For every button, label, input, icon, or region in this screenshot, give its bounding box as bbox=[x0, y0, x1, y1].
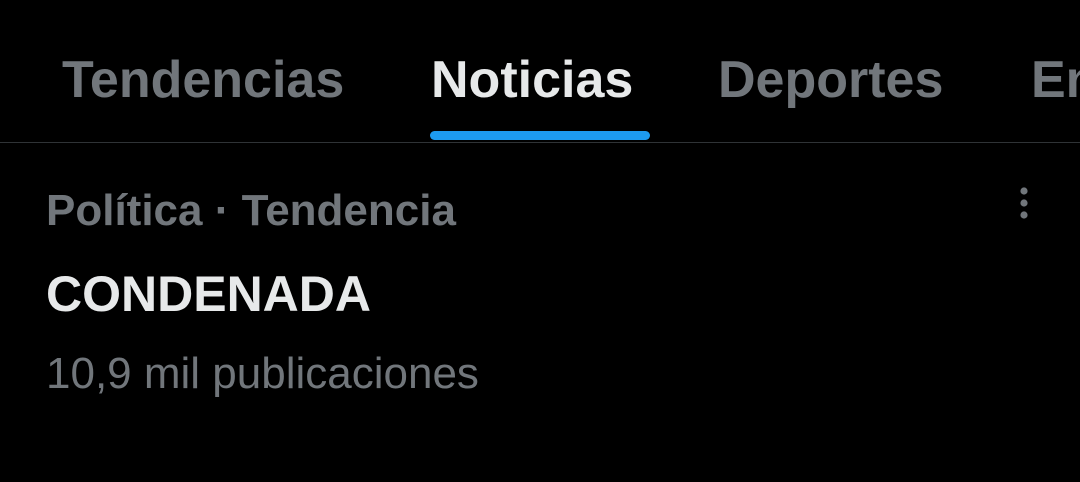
tab-tendencias[interactable]: Tendencias bbox=[62, 48, 344, 112]
trend-item[interactable]: Política · Tendencia CONDENADA 10,9 mil … bbox=[0, 143, 1080, 482]
tab-entretenimiento[interactable]: Entretenimiento bbox=[1031, 48, 1080, 112]
trends-page: Tendencias Noticias Deportes Entretenimi… bbox=[0, 0, 1080, 482]
active-tab-indicator bbox=[430, 131, 650, 140]
tab-deportes[interactable]: Deportes bbox=[718, 48, 943, 112]
more-options-button[interactable] bbox=[1000, 179, 1048, 227]
trend-category: Política · Tendencia bbox=[46, 186, 456, 235]
more-vertical-icon bbox=[1020, 187, 1028, 219]
trend-post-count: 10,9 mil publicaciones bbox=[46, 349, 479, 398]
trend-title: CONDENADA bbox=[46, 266, 371, 322]
tab-noticias[interactable]: Noticias bbox=[431, 48, 633, 112]
tab-bar: Tendencias Noticias Deportes Entretenimi… bbox=[0, 0, 1080, 143]
